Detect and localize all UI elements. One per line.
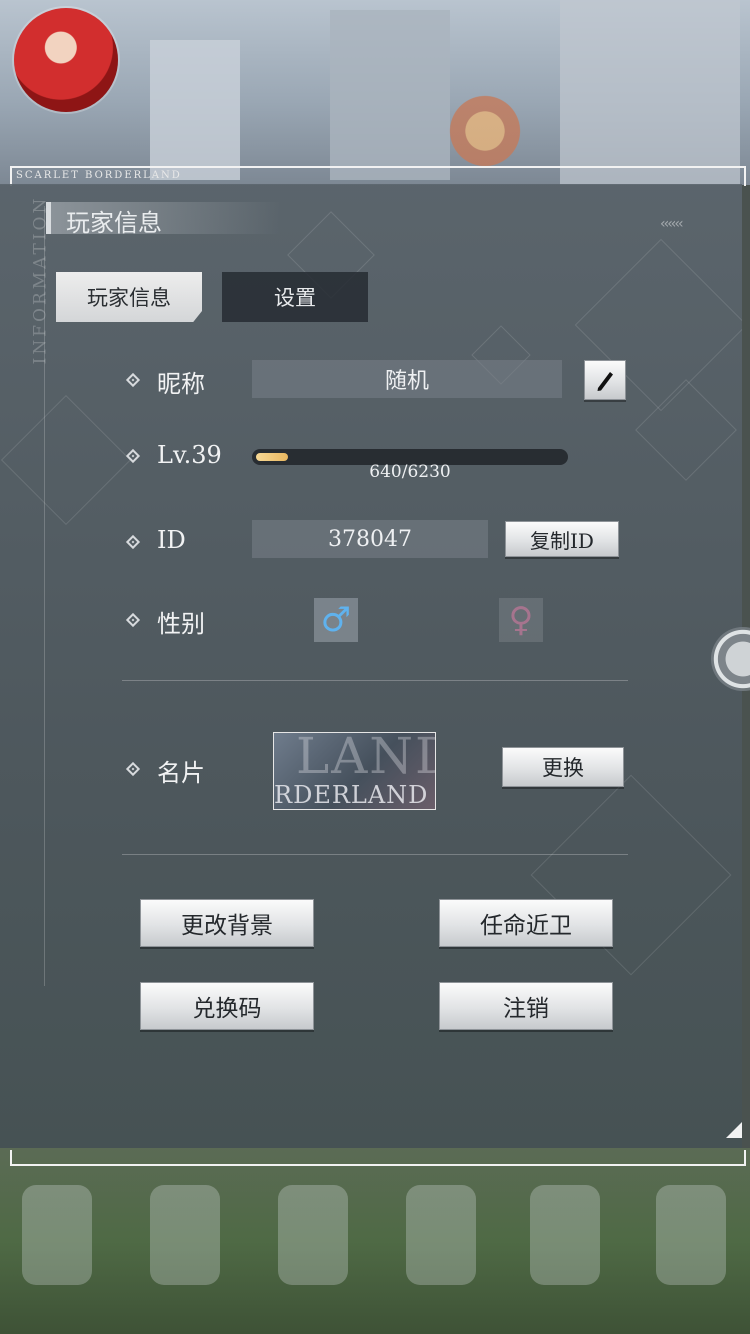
name-card-small-text: RDERLAND bbox=[274, 781, 429, 809]
bottom-frame bbox=[10, 1150, 746, 1166]
tab-settings[interactable]: 设置 bbox=[222, 272, 368, 322]
name-card-large-text: LAND bbox=[296, 732, 435, 785]
top-background-art bbox=[0, 0, 750, 185]
nickname-field[interactable]: 随机 bbox=[252, 360, 562, 398]
bottom-nav-item[interactable] bbox=[656, 1185, 726, 1285]
xp-progress-fill bbox=[256, 453, 288, 461]
male-gender-icon[interactable]: ♂ bbox=[314, 598, 358, 642]
appoint-guard-button[interactable]: 任命近卫 bbox=[439, 899, 613, 947]
brand-strip-text: SCARLET BORDERLAND bbox=[16, 170, 182, 181]
female-gender-icon[interactable]: ♀ bbox=[499, 598, 543, 642]
bottom-nav-item[interactable] bbox=[278, 1185, 348, 1285]
player-avatar[interactable] bbox=[14, 8, 118, 112]
gender-label: 性别 bbox=[157, 610, 205, 638]
change-card-button[interactable]: 更换 bbox=[502, 747, 624, 787]
chevrons-icon: ‹‹‹‹‹‹ bbox=[660, 216, 684, 232]
xp-progress-text: 640/6230 bbox=[369, 462, 451, 482]
bottom-background bbox=[0, 1148, 750, 1334]
page-title: 玩家信息 bbox=[66, 209, 162, 237]
logout-button[interactable]: 注销 bbox=[439, 982, 613, 1030]
nickname-label: 昵称 bbox=[157, 370, 205, 398]
copy-id-button[interactable]: 复制ID bbox=[505, 521, 619, 557]
redeem-code-button[interactable]: 兑换码 bbox=[140, 982, 314, 1030]
divider bbox=[122, 680, 628, 681]
divider bbox=[122, 854, 628, 855]
bottom-nav-item[interactable] bbox=[150, 1185, 220, 1285]
name-card-label: 名片 bbox=[157, 759, 205, 787]
bottom-nav-item[interactable] bbox=[530, 1185, 600, 1285]
bottom-nav-item[interactable] bbox=[22, 1185, 92, 1285]
pencil-icon bbox=[597, 372, 613, 391]
bottom-nav-item[interactable] bbox=[406, 1185, 476, 1285]
player-info-panel bbox=[0, 184, 742, 1148]
corner-triangle-icon bbox=[726, 1122, 742, 1138]
id-label: ID bbox=[157, 526, 186, 554]
tab-player-info[interactable]: 玩家信息 bbox=[56, 272, 202, 322]
level-label: Lv.39 bbox=[157, 441, 222, 469]
id-field: 378047 bbox=[252, 520, 488, 558]
change-background-button[interactable]: 更改背景 bbox=[140, 899, 314, 947]
name-card-preview[interactable]: LAND RDERLAND bbox=[273, 732, 436, 810]
edit-nickname-button[interactable] bbox=[584, 360, 626, 400]
